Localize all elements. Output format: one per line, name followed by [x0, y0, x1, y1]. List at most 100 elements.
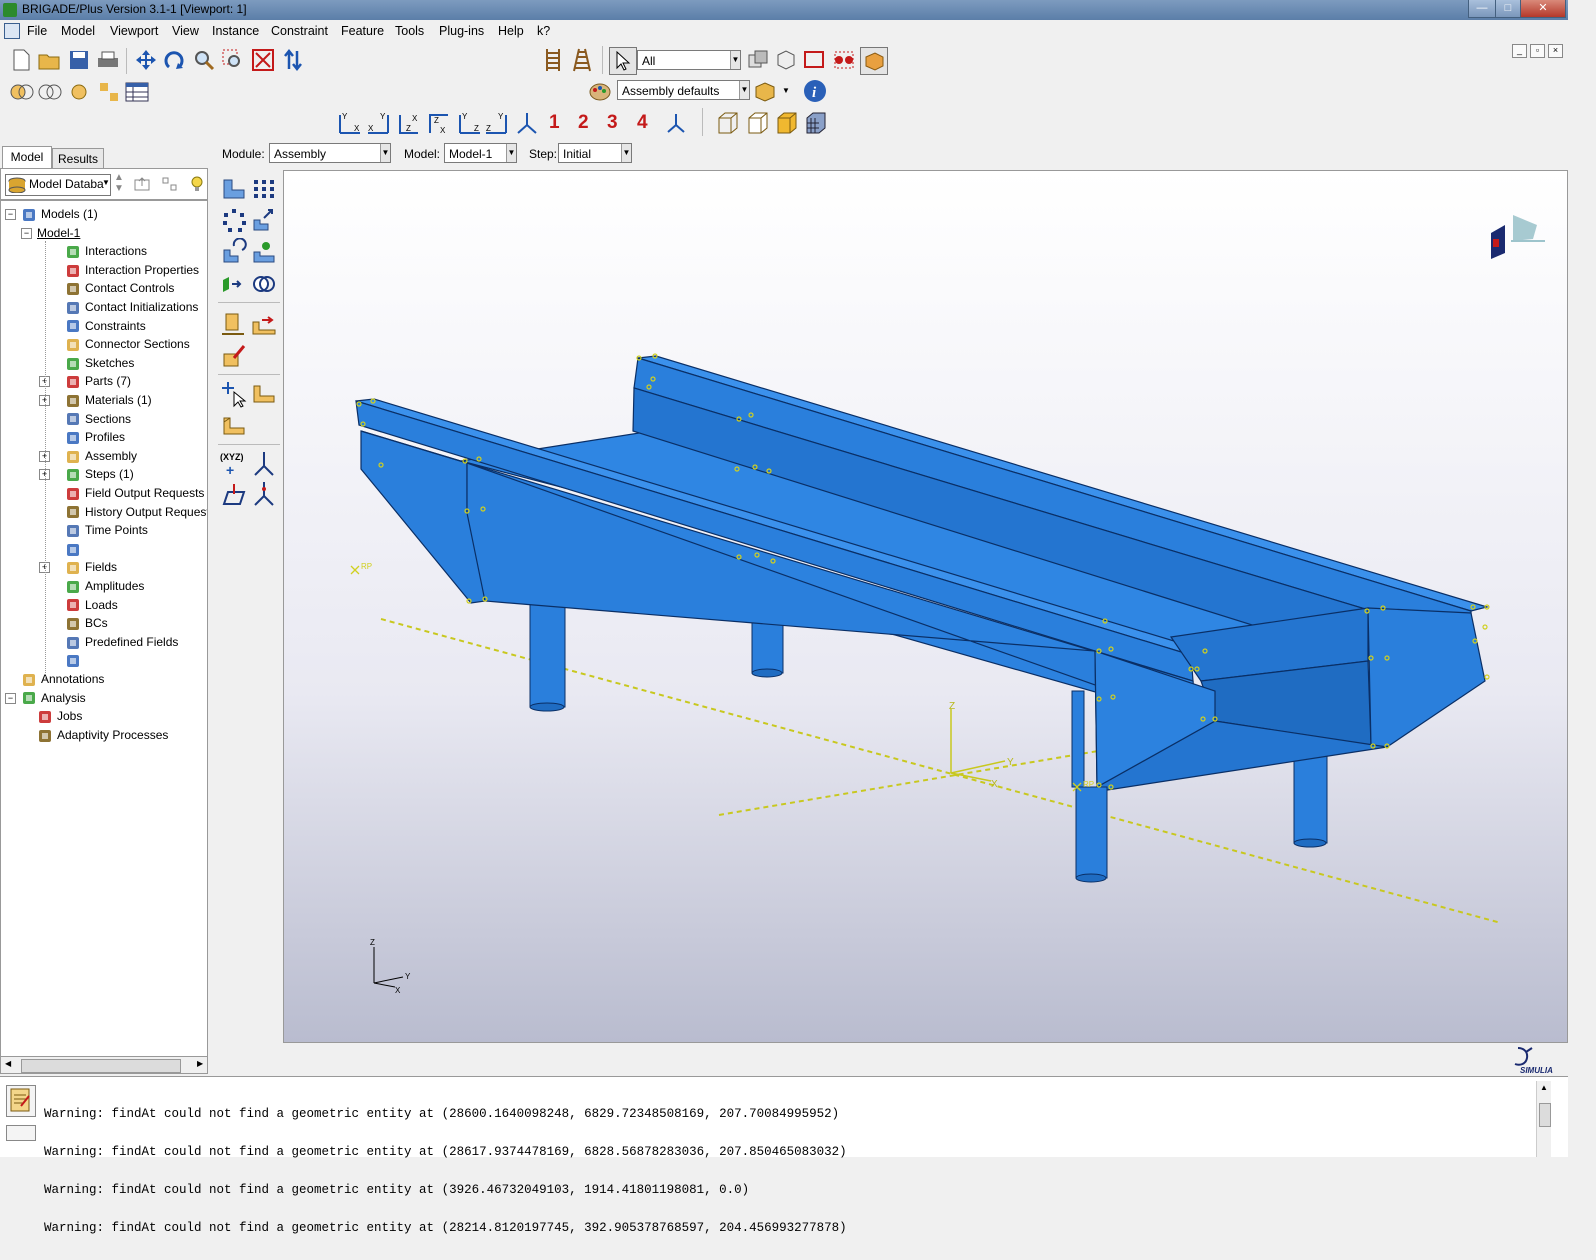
- user-view-1-button[interactable]: 1: [549, 112, 560, 134]
- mesh-display-icon[interactable]: [803, 110, 829, 136]
- system-menu-icon[interactable]: [4, 23, 20, 39]
- tree-item[interactable]: Assembly: [65, 447, 137, 465]
- auto-fit-icon[interactable]: [250, 47, 276, 73]
- maximize-button[interactable]: □: [1495, 0, 1521, 18]
- tree-item[interactable]: [65, 651, 85, 669]
- right-view-icon[interactable]: YZ: [484, 110, 510, 136]
- select-parts-icon[interactable]: [860, 47, 888, 75]
- back-view-icon[interactable]: YX: [366, 110, 392, 136]
- datum-plane-icon[interactable]: [220, 480, 248, 508]
- scroll-thumb[interactable]: [1539, 1103, 1551, 1127]
- tree-item[interactable]: Interactions: [65, 242, 147, 260]
- mdi-minimize-button[interactable]: _: [1512, 44, 1527, 58]
- part-display-icon[interactable]: [752, 78, 778, 104]
- datum-axis-icon[interactable]: [250, 450, 278, 478]
- tab-model[interactable]: Model: [2, 146, 52, 169]
- menu-instance[interactable]: Instance: [212, 24, 259, 38]
- sphere-icon[interactable]: [66, 79, 92, 105]
- viewport[interactable]: Z Y X RP RP Z Y X: [283, 170, 1568, 1043]
- hidden-line-icon[interactable]: [745, 110, 771, 136]
- tree-item[interactable]: Jobs: [37, 707, 82, 725]
- tree-item[interactable]: Contact Initializations: [65, 298, 198, 316]
- select-nodes-icon[interactable]: [831, 47, 857, 73]
- tree-item[interactable]: Predefined Fields: [65, 633, 178, 651]
- tree-item[interactable]: History Output Requests: [65, 503, 207, 521]
- set-icon[interactable]: [250, 380, 278, 408]
- minimize-button[interactable]: —: [1468, 0, 1496, 18]
- menu-constraint[interactable]: Constraint: [271, 24, 328, 38]
- radial-pattern-icon[interactable]: [220, 206, 248, 234]
- chevron-down-icon[interactable]: ▼: [782, 86, 790, 95]
- rotate-instance-icon[interactable]: [220, 238, 248, 266]
- spin-arrows-icon[interactable]: ▲ ▼: [114, 172, 124, 194]
- left-view-icon[interactable]: YZ: [456, 110, 482, 136]
- tree-item[interactable]: Sketches: [65, 354, 134, 372]
- open-file-icon[interactable]: [37, 47, 63, 73]
- tree-item[interactable]: Amplitudes: [65, 577, 144, 595]
- bottom-view-icon[interactable]: ZX: [426, 110, 452, 136]
- rotate-icon[interactable]: [162, 47, 188, 73]
- tree-item[interactable]: Parts (7): [65, 372, 131, 390]
- tree-item[interactable]: [65, 540, 85, 558]
- tree-item[interactable]: Models (1): [21, 205, 98, 223]
- linear-pattern-icon[interactable]: [250, 174, 278, 202]
- select-arrow-icon[interactable]: [609, 47, 637, 75]
- view-triad-icon[interactable]: [663, 110, 689, 136]
- face-to-face-icon[interactable]: [250, 310, 278, 338]
- pan-icon[interactable]: [133, 47, 159, 73]
- tree-up-icon[interactable]: [134, 177, 150, 191]
- scroll-up-icon[interactable]: ▲: [1540, 1083, 1548, 1092]
- mdi-restore-button[interactable]: ▫: [1530, 44, 1545, 58]
- reference-point-icon[interactable]: [220, 380, 248, 408]
- tree-item[interactable]: Contact Controls: [65, 279, 174, 297]
- tree-item[interactable]: Profiles: [65, 428, 125, 446]
- tree-horizontal-scrollbar[interactable]: ◀ ▶: [0, 1056, 208, 1074]
- tree-item[interactable]: BCs: [65, 614, 108, 632]
- lightbulb-icon[interactable]: [189, 175, 205, 193]
- select-through-icon[interactable]: [772, 47, 798, 73]
- tree-filter-icon[interactable]: [162, 177, 178, 191]
- scroll-thumb[interactable]: [21, 1059, 181, 1073]
- model-database-select[interactable]: Model Databa ▼: [5, 174, 111, 196]
- tree-item[interactable]: Materials (1): [65, 391, 152, 409]
- datum-csys-icon[interactable]: [250, 480, 278, 508]
- parallel-face-icon[interactable]: [220, 310, 248, 338]
- convert-constraints-icon[interactable]: [220, 270, 248, 298]
- tree-item[interactable]: Adaptivity Processes: [37, 726, 168, 744]
- info-icon[interactable]: i: [802, 78, 828, 104]
- menu-help[interactable]: Help: [498, 24, 524, 38]
- print-icon[interactable]: [95, 47, 121, 73]
- menu-tools[interactable]: Tools: [395, 24, 424, 38]
- user-view-3-button[interactable]: 3: [607, 112, 618, 134]
- user-view-4-button[interactable]: 4: [637, 112, 648, 134]
- color-palette-icon[interactable]: [587, 79, 613, 105]
- tree-item[interactable]: Constraints: [65, 317, 146, 335]
- step-select[interactable]: Initial ▼: [558, 143, 632, 163]
- cycle-views-icon[interactable]: [280, 47, 306, 73]
- tree-item[interactable]: Analysis: [21, 689, 86, 707]
- layer-icon[interactable]: [96, 79, 122, 105]
- collapse-icon[interactable]: −: [5, 209, 16, 220]
- surface-icon[interactable]: [220, 412, 248, 440]
- query-ladder-icon[interactable]: [540, 47, 566, 73]
- assembly-canvas[interactable]: Z Y X RP RP Z Y X: [284, 171, 1568, 1043]
- context-help-icon[interactable]: k?: [537, 24, 550, 38]
- boolean-ops-icon[interactable]: [8, 79, 66, 105]
- scroll-right-icon[interactable]: ▶: [197, 1059, 203, 1068]
- datum-point-icon[interactable]: (XYZ) +: [220, 452, 244, 478]
- menu-feature[interactable]: Feature: [341, 24, 384, 38]
- tree-item[interactable]: Annotations: [21, 670, 104, 688]
- box-zoom-icon[interactable]: [220, 47, 246, 73]
- query-ladder2-icon[interactable]: [569, 47, 595, 73]
- model-select[interactable]: Model-1 ▼: [444, 143, 517, 163]
- select-behind-icon[interactable]: [745, 47, 771, 73]
- translate-instance-icon[interactable]: [250, 206, 278, 234]
- front-view-icon[interactable]: YX: [336, 110, 362, 136]
- tree-item[interactable]: Sections: [65, 410, 131, 428]
- menu-model[interactable]: Model: [61, 24, 95, 38]
- drag-box-icon[interactable]: [802, 47, 828, 73]
- menu-viewport[interactable]: Viewport: [110, 24, 158, 38]
- edit-constraint-icon[interactable]: [220, 342, 248, 370]
- menu-view[interactable]: View: [172, 24, 199, 38]
- tree-item[interactable]: Connector Sections: [65, 335, 190, 353]
